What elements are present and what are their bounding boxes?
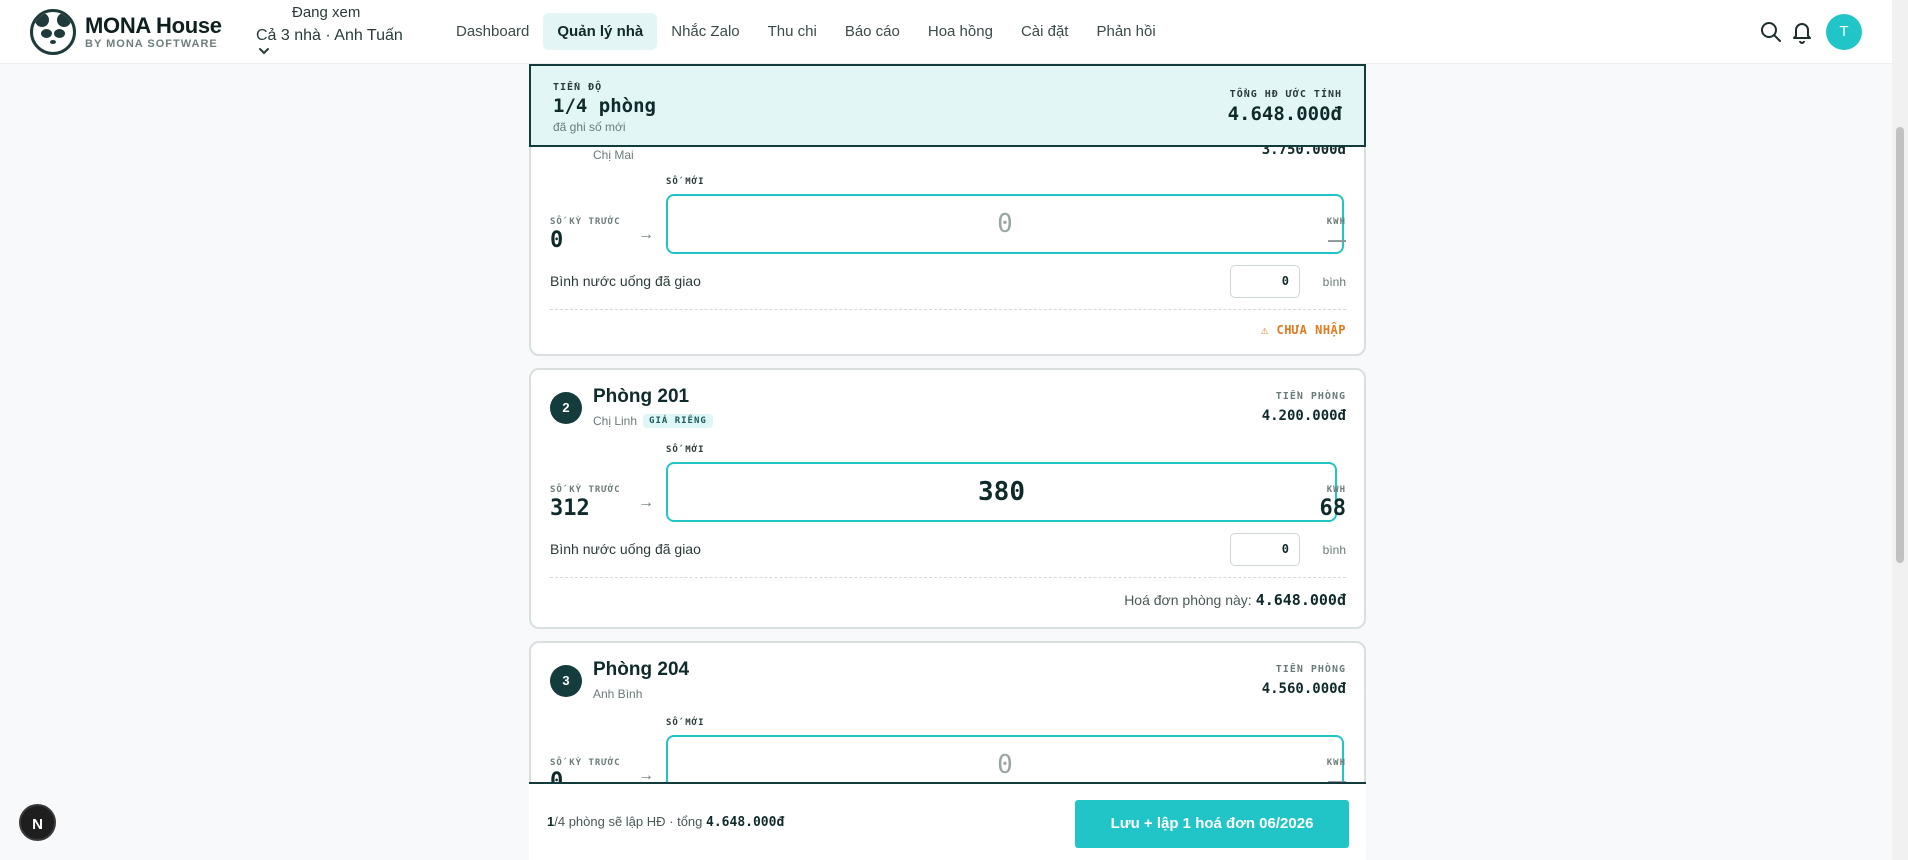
kwh-label: KWH — [1326, 758, 1346, 768]
new-reading-label: SỐ MỚI — [666, 718, 705, 728]
room-bill: Hoá đơn phòng này: 4.648.000đ — [1124, 591, 1346, 609]
room-card: 2 Phòng 201 Chị Linh GIÁ RIÊNG TIỀN PHÒN… — [529, 368, 1366, 629]
divider — [550, 577, 1346, 578]
scrollbar-thumb[interactable] — [1896, 127, 1904, 563]
nav-dashboard[interactable]: Dashboard — [442, 13, 543, 50]
bottom-count-text: /4 phòng sẽ lập HĐ · tổng — [554, 814, 703, 829]
tenant-name: Chị Linh — [593, 414, 638, 428]
bottom-summary: 1/4 phòng sẽ lập HĐ · tổng 4.648.000đ — [547, 814, 784, 830]
prev-reading-label: SỐ KỲ TRƯỚC — [550, 217, 621, 227]
progress-summary: TIẾN ĐỘ 1/4 phòng đã ghi số mới TỔNG HĐ … — [529, 64, 1366, 147]
custom-price-badge: GIÁ RIÊNG — [643, 414, 713, 428]
progress-note: đã ghi số mới — [553, 120, 626, 134]
divider — [550, 309, 1346, 310]
room-bill-value: 4.648.000đ — [1255, 591, 1346, 609]
room-rent-value: 4.560.000đ — [1261, 681, 1346, 697]
nav-cai-dat[interactable]: Cài đặt — [1007, 13, 1083, 50]
room-tenant: Chị Mai — [593, 148, 634, 162]
nav-thu-chi[interactable]: Thu chi — [754, 13, 831, 50]
room-number: 3 — [550, 665, 582, 697]
chevron-down-icon[interactable] — [258, 46, 416, 58]
kwh-label: KWH — [1326, 217, 1346, 227]
room-rent-label: TIỀN PHÒNG — [1275, 664, 1346, 675]
nextjs-dev-icon[interactable]: N — [19, 804, 56, 841]
status-not-entered: ⚠ CHƯA NHẬP — [1261, 323, 1346, 337]
panda-logo-icon — [30, 9, 76, 55]
arrow-right-icon: → — [638, 226, 654, 243]
brand-subtitle: BY MONA SOFTWARE — [85, 38, 218, 50]
room-tenant: Anh Bình — [593, 687, 642, 701]
bell-icon[interactable] — [1790, 20, 1814, 44]
progress-value: 1/4 phòng — [553, 95, 656, 117]
prev-reading-label: SỐ KỲ TRƯỚC — [550, 758, 621, 768]
kwh-value: 68 — [1319, 496, 1347, 521]
top-header: MONA House BY MONA SOFTWARE Đang xem Cả … — [0, 0, 1892, 64]
nav-hoa-hong[interactable]: Hoa hồng — [914, 13, 1007, 50]
kwh-value: — — [1328, 230, 1346, 250]
water-unit: bình — [1322, 543, 1346, 557]
room-bill-label: Hoá đơn phòng này: — [1124, 592, 1252, 608]
save-and-create-invoice-button[interactable]: Lưu + lập 1 hoá đơn 06/2026 — [1075, 800, 1349, 848]
arrow-right-icon: → — [638, 494, 654, 511]
nav-phan-hoi[interactable]: Phản hồi — [1082, 13, 1169, 50]
tenant-name: Chị Mai — [593, 148, 634, 162]
brand-title: MONA House — [85, 13, 222, 38]
bottom-total: 4.648.000đ — [706, 815, 785, 830]
room-rent-value: 4.200.000đ — [1261, 408, 1346, 424]
main-nav: Dashboard Quản lý nhà Nhắc Zalo Thu chi … — [442, 13, 1170, 50]
water-input[interactable]: 0 — [1230, 265, 1300, 298]
nav-nhac-zalo[interactable]: Nhắc Zalo — [657, 13, 753, 50]
new-reading-label: SỐ MỚI — [666, 445, 705, 455]
search-icon[interactable] — [1759, 20, 1783, 44]
new-reading-input[interactable]: 380 — [666, 462, 1337, 522]
room-name: Phòng 204 — [593, 659, 690, 680]
new-reading-input[interactable]: 0 — [666, 194, 1344, 254]
nav-quan-ly-nha[interactable]: Quản lý nhà — [543, 13, 658, 50]
prev-reading-label: SỐ KỲ TRƯỚC — [550, 485, 621, 495]
viewing-label: Đang xem — [292, 4, 361, 21]
prev-reading-value: 0 — [550, 228, 564, 253]
kwh-label: KWH — [1326, 485, 1346, 495]
bottom-action-bar: 1/4 phòng sẽ lập HĐ · tổng 4.648.000đ Lư… — [529, 782, 1366, 860]
tenant-name: Anh Bình — [593, 687, 643, 701]
estimated-total-label: TỔNG HĐ ƯỚC TÍNH — [1229, 89, 1342, 100]
avatar[interactable]: T — [1826, 14, 1862, 50]
new-reading-label: SỐ MỚI — [666, 177, 705, 187]
water-label: Bình nước uống đã giao — [550, 273, 701, 289]
viewing-selector[interactable]: Đang xem Cả 3 nhà · Anh Tuấn — [256, 4, 416, 58]
water-unit: bình — [1322, 275, 1346, 289]
brand-logo[interactable]: MONA House BY MONA SOFTWARE — [30, 9, 222, 55]
viewing-value: Cả 3 nhà · Anh Tuấn — [256, 27, 403, 44]
room-name: Phòng 201 — [593, 386, 690, 407]
estimated-total-value: 4.648.000đ — [1227, 103, 1342, 125]
page-scrollbar[interactable] — [1892, 0, 1908, 860]
nav-bao-cao[interactable]: Báo cáo — [831, 13, 914, 50]
progress-label: TIẾN ĐỘ — [553, 82, 603, 93]
room-number: 2 — [550, 392, 582, 424]
room-card: 1 Chị Mai 3.750.000đ SỐ MỚI SỐ KỲ TRƯỚC … — [529, 114, 1366, 356]
water-input[interactable]: 0 — [1230, 533, 1300, 566]
prev-reading-value: 312 — [550, 496, 590, 521]
water-label: Bình nước uống đã giao — [550, 541, 701, 557]
room-tenant: Chị Linh GIÁ RIÊNG — [593, 414, 713, 428]
room-rent-label: TIỀN PHÒNG — [1275, 391, 1346, 402]
